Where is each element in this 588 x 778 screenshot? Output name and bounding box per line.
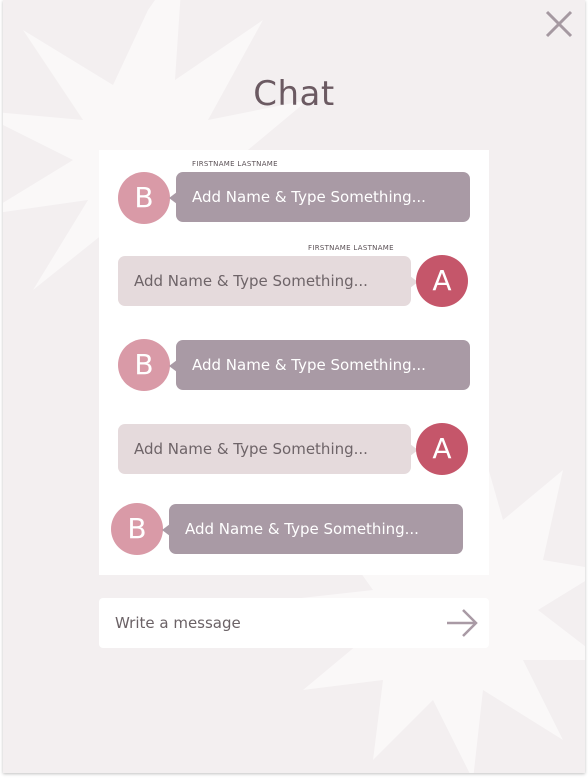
message-input[interactable]: Write a message	[115, 598, 241, 648]
sender-name-label: FIRSTNAME LASTNAME	[308, 244, 394, 252]
message-list: FIRSTNAME LASTNAME B Add Name & Type Som…	[99, 150, 489, 575]
message-bubble[interactable]: Add Name & Type Something...	[118, 256, 418, 306]
avatar-a: A	[416, 423, 468, 475]
avatar-b: B	[118, 172, 170, 224]
message-bubble[interactable]: Add Name & Type Something...	[169, 172, 470, 222]
close-icon	[545, 10, 573, 38]
avatar-a: A	[416, 255, 468, 307]
page-title: Chat	[253, 74, 335, 114]
send-button[interactable]	[445, 607, 479, 639]
sender-name-label: FIRSTNAME LASTNAME	[192, 160, 278, 168]
close-button[interactable]	[543, 8, 575, 40]
message-composer[interactable]: Write a message	[99, 598, 489, 648]
avatar-b: B	[111, 503, 163, 555]
message-bubble[interactable]: Add Name & Type Something...	[169, 340, 470, 390]
chat-window: Chat FIRSTNAME LASTNAME B Add Name & Typ…	[3, 0, 585, 773]
message-bubble[interactable]: Add Name & Type Something...	[162, 504, 463, 554]
arrow-right-icon	[447, 609, 478, 637]
message-bubble[interactable]: Add Name & Type Something...	[118, 424, 418, 474]
avatar-b: B	[118, 339, 170, 391]
